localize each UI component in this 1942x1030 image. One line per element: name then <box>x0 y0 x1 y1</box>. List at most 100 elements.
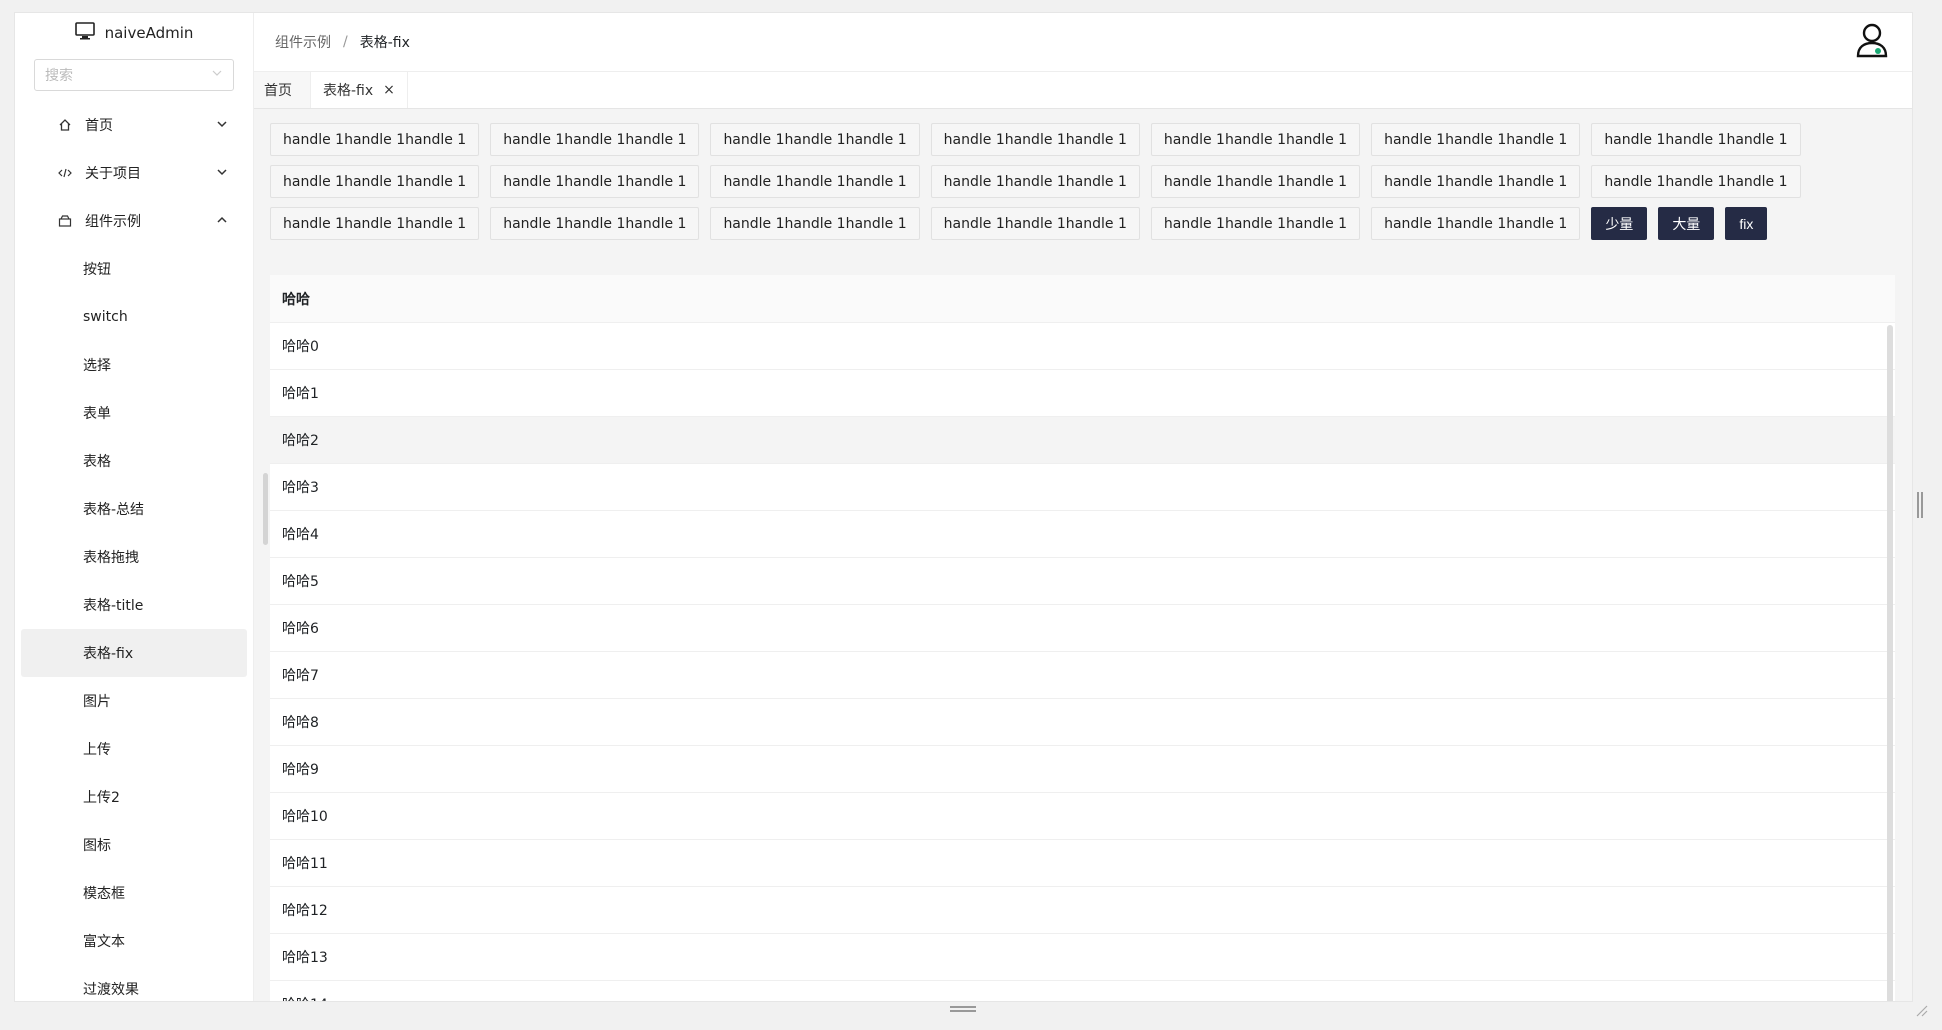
sidebar-subitem[interactable]: 图标 <box>21 821 247 869</box>
sidebar-subitem[interactable]: 表格-title <box>21 581 247 629</box>
chevron-down-icon <box>215 117 229 131</box>
handle-button[interactable]: handle 1handle 1handle 1 <box>1150 165 1361 198</box>
box-icon <box>57 213 73 229</box>
sidebar-item-home[interactable]: 首页 <box>21 101 247 149</box>
table-row[interactable]: 哈哈14 <box>270 981 1895 1001</box>
sidebar-subitem-label: 上传2 <box>83 790 120 806</box>
resize-handle-right[interactable] <box>1917 492 1923 518</box>
action-button[interactable]: fix <box>1725 207 1768 240</box>
code-icon <box>57 165 73 181</box>
tab-label: 表格-fix <box>323 83 374 99</box>
close-icon[interactable]: × <box>383 82 395 98</box>
sidebar-subitem-label: 表格-总结 <box>83 502 145 518</box>
sidebar-subitem[interactable]: 过渡效果 <box>21 965 247 1001</box>
sidebar-item-label: 组件示例 <box>85 214 141 230</box>
table-row[interactable]: 哈哈6 <box>270 605 1895 652</box>
tab-table-fix[interactable]: 表格-fix × <box>311 72 408 108</box>
table-row[interactable]: 哈哈2 <box>270 417 1895 464</box>
sidebar-subitem-label: 上传 <box>83 742 111 758</box>
sidebar-subitem[interactable]: 上传 <box>21 725 247 773</box>
handle-button[interactable]: handle 1handle 1handle 1 <box>1150 123 1361 156</box>
handle-button[interactable]: handle 1handle 1handle 1 <box>1371 207 1581 240</box>
breadcrumb-item[interactable]: 组件示例 <box>275 32 331 52</box>
chevron-up-icon <box>215 213 229 227</box>
sidebar-subitem[interactable]: 图片 <box>21 677 247 725</box>
search-input[interactable]: 搜索 <box>34 59 234 91</box>
sidebar-subitem-label: 表格-title <box>83 598 144 614</box>
sidebar-item-label: 首页 <box>85 118 113 134</box>
sidebar-item-about[interactable]: 关于项目 <box>21 149 247 197</box>
table-header: 哈哈 <box>270 275 1895 323</box>
handle-button[interactable]: handle 1handle 1handle 1 <box>270 165 480 198</box>
action-button[interactable]: 大量 <box>1658 207 1715 240</box>
breadcrumb-separator: / <box>343 34 348 50</box>
content-area: handle 1handle 1handle 1 handle 1handle 1… <box>254 109 1912 1001</box>
table-row[interactable]: 哈哈4 <box>270 511 1895 558</box>
handle-button[interactable]: handle 1handle 1handle 1 <box>490 207 700 240</box>
table-row[interactable]: 哈哈10 <box>270 793 1895 840</box>
handle-button[interactable]: handle 1handle 1handle 1 <box>710 207 920 240</box>
table-row[interactable]: 哈哈1 <box>270 370 1895 417</box>
table-row[interactable]: 哈哈8 <box>270 699 1895 746</box>
sidebar-subitem[interactable]: 表格拖拽 <box>21 533 247 581</box>
table-scrollbar[interactable] <box>1887 325 1893 1001</box>
sidebar-subitem-label: 按钮 <box>83 262 111 278</box>
table-row[interactable]: 哈哈5 <box>270 558 1895 605</box>
sidebar-subitem[interactable]: 按钮 <box>21 245 247 293</box>
handle-button[interactable]: handle 1handle 1handle 1 <box>930 165 1140 198</box>
data-table: 哈哈 哈哈0 哈哈1 哈哈2 哈哈3 哈哈4 哈哈5 哈哈6 哈哈7 哈哈8 哈哈9 哈哈10 哈哈1… <box>270 275 1895 1001</box>
handle-button[interactable]: handle 1handle 1handle 1 <box>1591 123 1801 156</box>
sidebar-subitem[interactable]: 表单 <box>21 389 247 437</box>
sidebar-subitem-active[interactable]: 表格-fix <box>21 629 247 677</box>
handle-button[interactable]: handle 1handle 1handle 1 <box>1150 207 1361 240</box>
handle-button[interactable]: handle 1handle 1handle 1 <box>710 123 920 156</box>
handle-button[interactable]: handle 1handle 1handle 1 <box>1591 165 1801 198</box>
search-placeholder: 搜索 <box>45 68 73 84</box>
handle-button[interactable]: handle 1handle 1handle 1 <box>930 207 1140 240</box>
sidebar-subitem-label: 图标 <box>83 838 111 854</box>
sidebar-subitem-label: 表格-fix <box>83 646 134 662</box>
handle-button[interactable]: handle 1handle 1handle 1 <box>270 207 480 240</box>
sidebar-item-label: 关于项目 <box>85 166 141 182</box>
table-row[interactable]: 哈哈0 <box>270 323 1895 370</box>
handle-button[interactable]: handle 1handle 1handle 1 <box>1371 165 1581 198</box>
monitor-icon <box>74 22 95 44</box>
handle-button[interactable]: handle 1handle 1handle 1 <box>930 123 1140 156</box>
sidebar-menu: 首页 关于项目 组件示例 按钮 switch 选择 表单 表格 表格-总结 表格… <box>15 101 253 1001</box>
sidebar-subitem[interactable]: 富文本 <box>21 917 247 965</box>
sidebar-item-components[interactable]: 组件示例 <box>21 197 247 245</box>
sidebar-subitem-label: switch <box>83 309 128 325</box>
sidebar-subitem[interactable]: switch <box>21 293 247 341</box>
user-avatar-icon[interactable] <box>1854 21 1890 59</box>
table-body: 哈哈0 哈哈1 哈哈2 哈哈3 哈哈4 哈哈5 哈哈6 哈哈7 哈哈8 哈哈9 哈哈10 哈哈11 哈哈… <box>270 323 1895 1001</box>
app-title: naiveAdmin <box>104 24 194 42</box>
sidebar-subitem[interactable]: 模态框 <box>21 869 247 917</box>
resize-corner-icon[interactable] <box>1914 1002 1928 1017</box>
table-row[interactable]: 哈哈13 <box>270 934 1895 981</box>
chevron-down-icon <box>215 165 229 179</box>
handle-button[interactable]: handle 1handle 1handle 1 <box>270 123 480 156</box>
handle-button[interactable]: handle 1handle 1handle 1 <box>1371 123 1581 156</box>
sidebar-subitem[interactable]: 选择 <box>21 341 247 389</box>
main-area: 组件示例 / 表格-fix 首页 表格-fix × handle 1handle… <box>254 13 1912 1001</box>
action-button[interactable]: 少量 <box>1591 207 1648 240</box>
sidebar-subitem-label: 表格拖拽 <box>83 550 139 566</box>
handle-button[interactable]: handle 1handle 1handle 1 <box>710 165 920 198</box>
table-row[interactable]: 哈哈9 <box>270 746 1895 793</box>
tab-home[interactable]: 首页 <box>254 72 311 108</box>
handle-button[interactable]: handle 1handle 1handle 1 <box>490 165 700 198</box>
logo[interactable]: naiveAdmin <box>15 13 253 53</box>
chevron-down-icon <box>211 67 223 83</box>
sidebar-subitem[interactable]: 表格-总结 <box>21 485 247 533</box>
handle-button[interactable]: handle 1handle 1handle 1 <box>490 123 700 156</box>
table-row[interactable]: 哈哈3 <box>270 464 1895 511</box>
header: 组件示例 / 表格-fix <box>254 13 1912 72</box>
resize-handle-bottom[interactable] <box>950 1006 976 1012</box>
breadcrumb-current: 表格-fix <box>359 35 410 51</box>
sidebar-subitem[interactable]: 上传2 <box>21 773 247 821</box>
sidebar-scrollbar[interactable] <box>263 473 268 545</box>
table-row[interactable]: 哈哈12 <box>270 887 1895 934</box>
table-row[interactable]: 哈哈11 <box>270 840 1895 887</box>
sidebar-subitem[interactable]: 表格 <box>21 437 247 485</box>
table-row[interactable]: 哈哈7 <box>270 652 1895 699</box>
